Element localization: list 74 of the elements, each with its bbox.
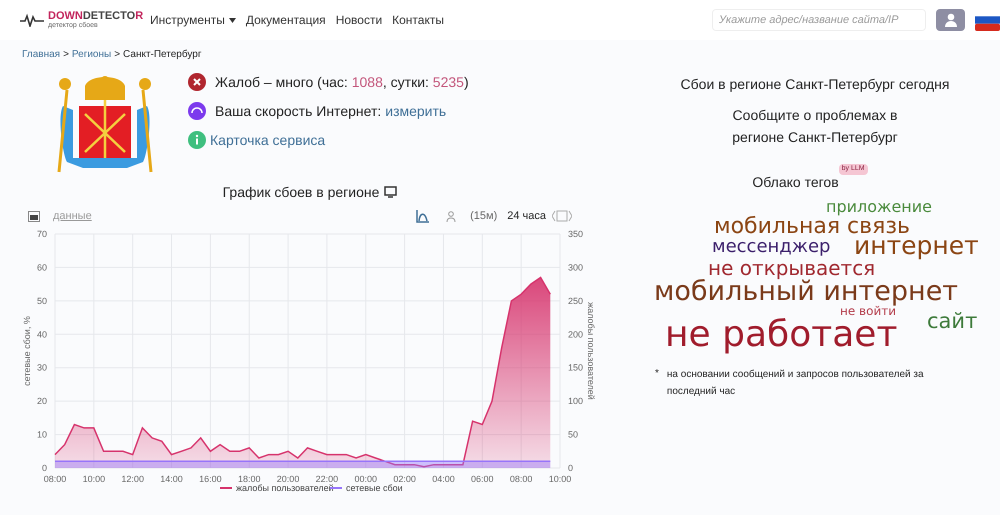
- close-icon: [188, 73, 206, 91]
- axis-tick-label: 04:00: [432, 474, 455, 484]
- axis-tick-label: 14:00: [160, 474, 183, 484]
- axis-tick-label: 50: [36, 296, 47, 306]
- section-title: Сбои в регионе Санкт-Петербург сегодня: [680, 75, 950, 94]
- user-icon[interactable]: [446, 210, 456, 222]
- cloud-tag[interactable]: не войти: [840, 305, 896, 317]
- axis-tick-label: 40: [36, 329, 47, 340]
- axis-tick-label: 350: [568, 229, 584, 239]
- nav-link[interactable]: Инструменты: [150, 11, 236, 29]
- breadcrumb-current: Санкт-Петербург: [123, 48, 202, 62]
- search-field[interactable]: Укажите адрес/название сайта/IP: [712, 9, 926, 31]
- axis-tick-label: 70: [36, 229, 47, 239]
- chart-title: График сбоев в регионе: [222, 182, 380, 202]
- axis-tick-label: 0: [42, 463, 47, 473]
- nav-link[interactable]: Документация: [246, 11, 326, 29]
- axis-tick-label: 20:00: [276, 474, 300, 484]
- axis-tick-label: 10: [36, 430, 47, 440]
- status-text: Жалоб – много (час: 1088, сутки: 5235): [215, 72, 469, 92]
- axis-tick-label: 10:00: [82, 474, 106, 484]
- pulse-logo-icon[interactable]: [20, 13, 44, 27]
- nav-link[interactable]: Новости: [336, 11, 382, 29]
- report-link[interactable]: Сообщите о проблемах в регионе Санкт-Петербург: [715, 104, 915, 148]
- cloud-title: Облако тегов: [752, 173, 839, 192]
- axis-tick-label: 06:00: [471, 474, 494, 484]
- axis-tick-label: 50: [568, 430, 578, 440]
- legend-label[interactable]: жалобы пользователей: [236, 483, 334, 492]
- axis-tick-label: 100: [568, 396, 584, 406]
- axis-tick-label: 02:00: [393, 474, 416, 484]
- breadcrumb-link[interactable]: Регионы: [72, 46, 112, 62]
- interval-toggle[interactable]: (15м): [470, 208, 498, 224]
- axis-tick-label: 60: [36, 262, 47, 272]
- info-icon: [188, 131, 206, 149]
- breadcrumb-link[interactable]: Главная: [22, 46, 60, 62]
- axis-tick-label: 200: [568, 329, 584, 340]
- monitor-icon[interactable]: [384, 186, 398, 198]
- footnote-mark: *: [655, 367, 659, 381]
- status-link[interactable]: измерить: [385, 100, 446, 122]
- user-icon: [944, 13, 958, 27]
- chart-type-icon[interactable]: [416, 210, 430, 222]
- axis-tick-label: 08:00: [510, 474, 532, 484]
- footnote: на основании сообщений и запросов пользователей за последний час: [666, 368, 925, 399]
- logo-title[interactable]: DOWNDETECTOR: [48, 11, 144, 22]
- axis-tick-label: 18:00: [238, 474, 260, 484]
- axis-title: сетевые сбои, %: [22, 316, 32, 386]
- cloud-tag[interactable]: мобильный интернет: [654, 278, 958, 305]
- caret-icon: [228, 18, 236, 22]
- status-link[interactable]: Карточка сервиса: [210, 130, 326, 150]
- axis-tick-label: 08:00: [44, 474, 66, 484]
- axis-tick-label: 150: [568, 362, 584, 373]
- cloud-tag[interactable]: не открывается: [708, 258, 876, 278]
- cloud-tag[interactable]: сайт: [927, 311, 978, 332]
- axis-tick-label: 30: [36, 362, 47, 373]
- axis-tick-label: 12:00: [121, 474, 144, 484]
- breadcrumb-separator: >: [114, 48, 120, 62]
- nav-link[interactable]: Контакты: [392, 11, 444, 29]
- breadcrumb-separator: >: [63, 48, 69, 62]
- axis-title: жалобы пользователей: [586, 302, 596, 400]
- speed-icon: [188, 102, 206, 120]
- axis-tick-label: 250: [568, 296, 584, 306]
- axis-tick-label: 10:00: [548, 474, 572, 484]
- axis-tick-label: 16:00: [199, 474, 222, 484]
- axis-tick-label: 0: [568, 463, 574, 473]
- axis-tick-label: 00:00: [354, 474, 378, 484]
- axis-tick-label: 22:00: [316, 474, 338, 484]
- status-text: Ваша скорость Интернет:: [215, 102, 382, 121]
- period-selector[interactable]: 24 часа: [507, 208, 546, 224]
- user-button[interactable]: [936, 9, 965, 31]
- axis-tick-label: 300: [568, 262, 584, 272]
- cloud-tag[interactable]: не работает: [665, 317, 898, 353]
- legend-label[interactable]: сетевые сбои: [346, 483, 403, 492]
- cloud-tag[interactable]: мессенджер: [712, 238, 830, 256]
- cloud-tag[interactable]: приложение: [826, 199, 932, 215]
- axis-tick-label: 20: [36, 396, 47, 406]
